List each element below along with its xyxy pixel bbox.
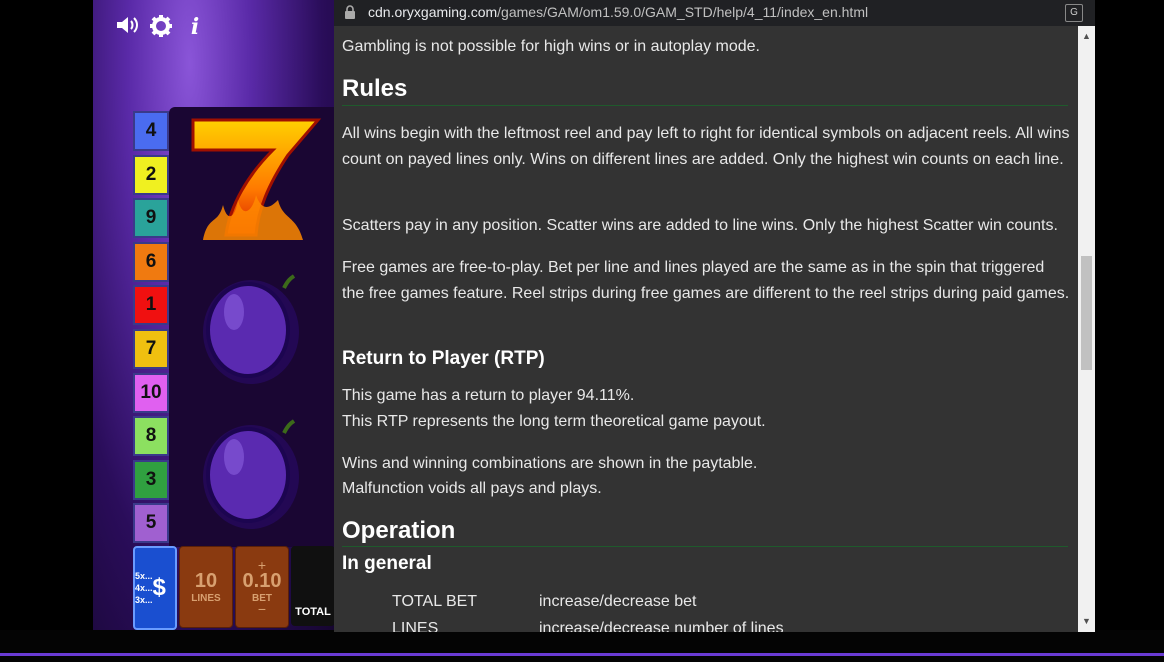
bet-button[interactable]: + 0.10 BET − xyxy=(235,546,289,628)
help-window: cdn.oryxgaming.com/games/GAM/om1.59.0/GA… xyxy=(334,0,1095,632)
control-key: LINES xyxy=(392,620,439,632)
rules-paragraph: All wins begin with the leftmost reel an… xyxy=(342,125,1070,168)
scroll-up-icon[interactable]: ▲ xyxy=(1078,28,1095,45)
lines-label: LINES xyxy=(191,593,221,604)
line-number-badge[interactable]: 6 xyxy=(133,242,169,282)
gamble-multiplier: 4x... xyxy=(135,583,153,593)
seven-symbol xyxy=(188,115,328,245)
dollar-icon: $ xyxy=(152,574,166,601)
rules-heading: Rules xyxy=(342,75,408,102)
control-row: LINES increase/decrease number of lines xyxy=(392,616,784,632)
address-bar[interactable]: cdn.oryxgaming.com/games/GAM/om1.59.0/GA… xyxy=(334,0,1095,26)
rules-paragraph: Scatters pay in any position. Scatter wi… xyxy=(342,217,1058,234)
gamble-button[interactable]: 5x... 4x... 3x... $ xyxy=(133,546,177,630)
help-content: Gambling is not possible for high wins o… xyxy=(342,26,1072,632)
bet-value: 0.10 xyxy=(242,570,282,592)
plus-icon[interactable]: + xyxy=(258,558,266,572)
game-controls: 5x... 4x... 3x... $ 10 LINES + 0.10 BET … xyxy=(131,546,334,630)
rtp-heading: Return to Player (RTP) xyxy=(342,348,545,369)
line-number-badge[interactable]: 5 xyxy=(133,503,169,543)
in-general-heading: In general xyxy=(342,553,432,574)
line-number-badge[interactable]: 4 xyxy=(133,111,169,151)
line-number-badge[interactable]: 9 xyxy=(133,198,169,238)
rtp-text: This game has a return to player 94.11%. xyxy=(342,387,635,404)
divider xyxy=(342,105,1068,106)
control-key: TOTAL BET xyxy=(392,593,478,610)
control-desc: increase/decrease bet xyxy=(539,593,697,610)
scrollbar-thumb[interactable] xyxy=(1081,256,1092,370)
game-area: i 4 2 9 6 1 7 10 8 3 5 5x... 4x... 3x...… xyxy=(93,0,334,632)
rtp-text: This RTP represents the long term theore… xyxy=(342,413,766,430)
line-number-badge[interactable]: 7 xyxy=(133,329,169,369)
line-number-badge[interactable]: 3 xyxy=(133,460,169,500)
wins-text: Wins and winning combinations are shown … xyxy=(342,455,758,472)
lines-value: 10 xyxy=(194,570,218,592)
bottom-strip xyxy=(0,630,1164,662)
line-number-badge[interactable]: 1 xyxy=(133,285,169,325)
total-bet-panel: TOTAL xyxy=(291,546,334,626)
url-path: /games/GAM/om1.59.0/GAM_STD/help/4_11/in… xyxy=(497,4,869,20)
scrollbar[interactable]: ▲ ▼ xyxy=(1078,26,1095,632)
rules-paragraph: Free games are free-to-play. Bet per lin… xyxy=(342,259,1070,302)
scroll-down-icon[interactable]: ▼ xyxy=(1078,613,1095,630)
gear-icon[interactable] xyxy=(149,14,173,44)
operation-heading: Operation xyxy=(342,517,456,544)
total-label: TOTAL xyxy=(295,606,331,618)
plum-symbol xyxy=(196,415,306,535)
control-desc: increase/decrease number of lines xyxy=(539,620,784,632)
lines-button[interactable]: 10 LINES xyxy=(179,546,233,628)
translate-icon[interactable]: G xyxy=(1065,4,1083,22)
line-number-badge[interactable]: 8 xyxy=(133,416,169,456)
wins-text: Malfunction voids all pays and plays. xyxy=(342,480,602,497)
lock-icon xyxy=(344,5,356,19)
url-text[interactable]: cdn.oryxgaming.com/games/GAM/om1.59.0/GA… xyxy=(368,4,868,20)
line-number-badge[interactable]: 10 xyxy=(133,373,169,413)
gamble-multiplier: 3x... xyxy=(135,595,153,605)
line-number-badge[interactable]: 2 xyxy=(133,155,169,195)
plum-symbol xyxy=(196,270,306,390)
info-icon[interactable]: i xyxy=(183,14,207,44)
game-top-icons: i xyxy=(115,14,207,44)
speaker-icon[interactable] xyxy=(115,14,139,44)
intro-text: Gambling is not possible for high wins o… xyxy=(342,38,760,55)
minus-icon[interactable]: − xyxy=(258,602,266,616)
url-domain: cdn.oryxgaming.com xyxy=(368,4,498,20)
gamble-multiplier: 5x... xyxy=(135,571,153,581)
divider xyxy=(342,546,1068,547)
control-row: TOTAL BET increase/decrease bet xyxy=(392,589,696,615)
